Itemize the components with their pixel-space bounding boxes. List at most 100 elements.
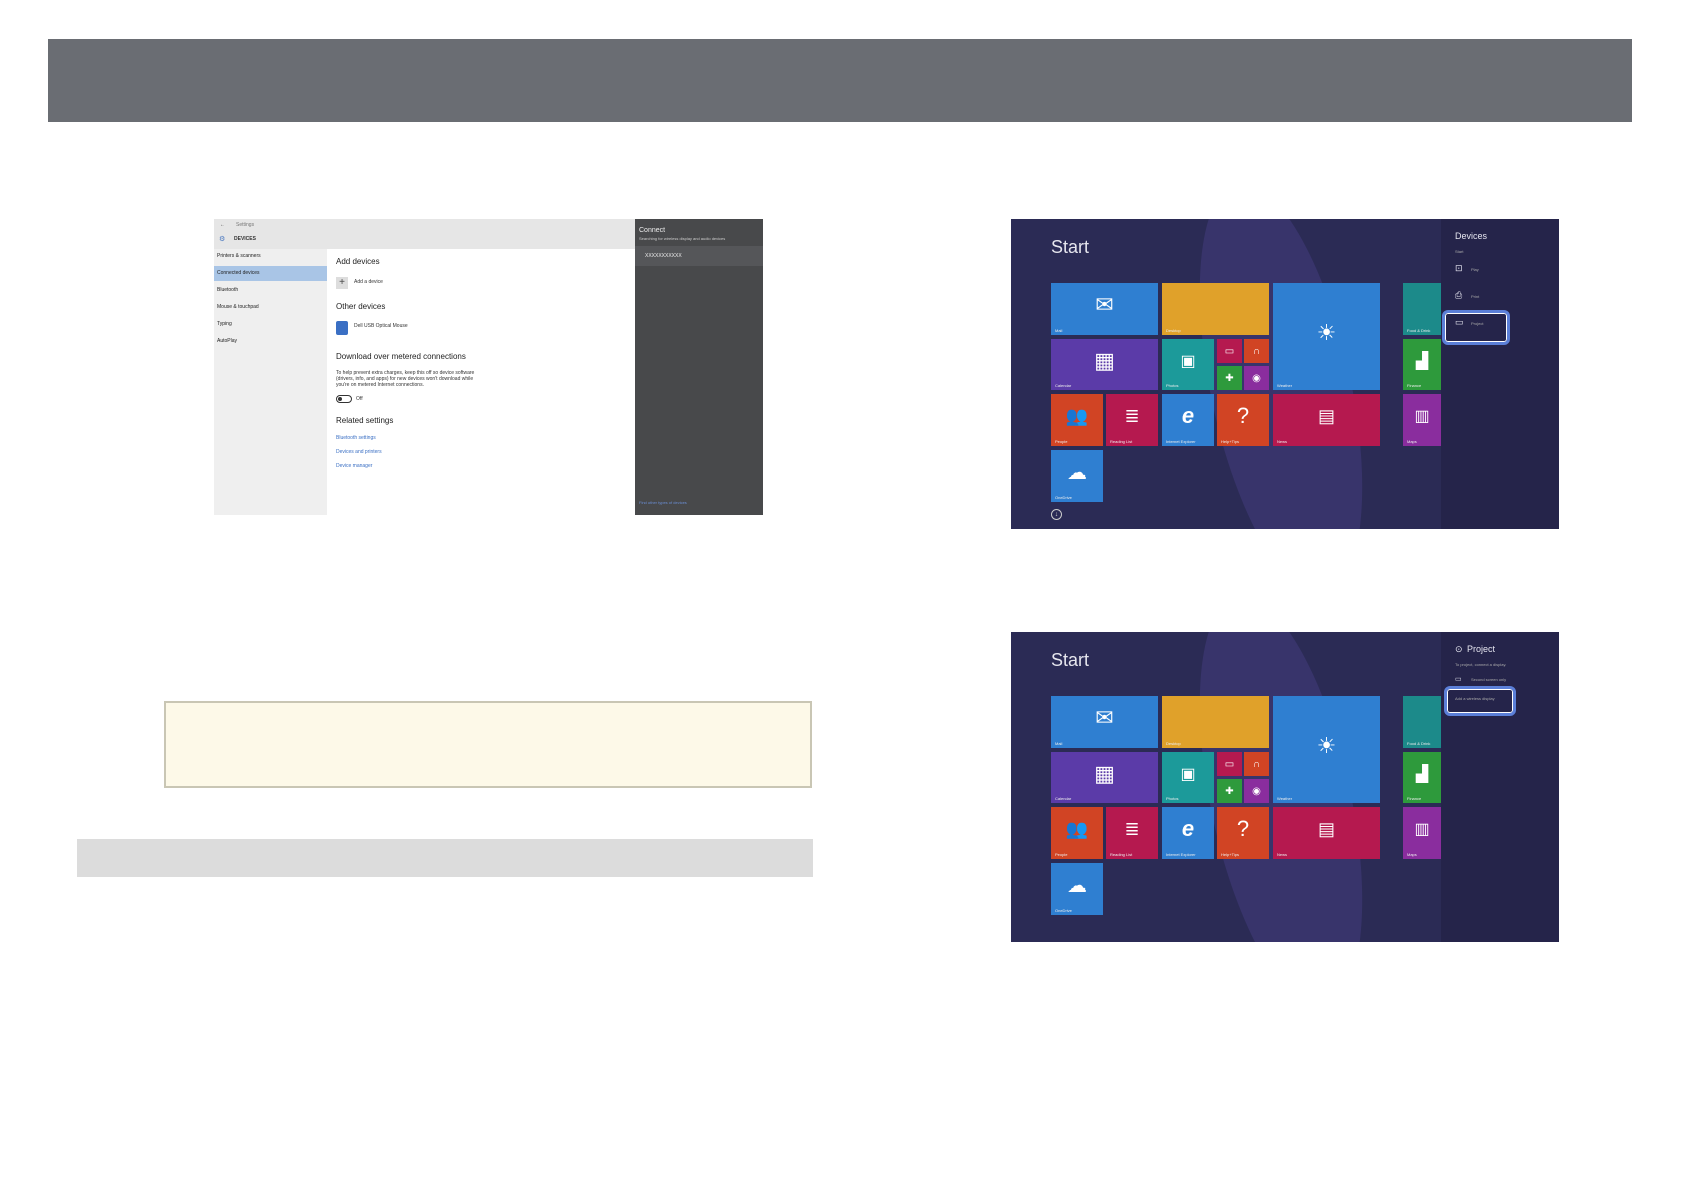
tile-photos[interactable]: ▣ Photos (1162, 752, 1214, 803)
add-devices-heading: Add devices (336, 257, 380, 266)
tile-camera[interactable]: ◉ (1244, 779, 1269, 803)
tile-help-tips[interactable]: ? Help+Tips (1217, 807, 1269, 859)
gamepad-icon: ✚ (1225, 372, 1234, 384)
tile-label: Maps (1407, 852, 1417, 857)
charm-item-second-screen[interactable]: Second screen only (1471, 677, 1506, 682)
section-bar (77, 839, 813, 877)
tile-photos[interactable]: ▣ Photos (1162, 339, 1214, 390)
tile-weather[interactable]: ☀ Weather (1273, 283, 1380, 390)
tile-music[interactable]: ∩ (1244, 339, 1269, 363)
sidebar-item-autoplay[interactable]: AutoPlay (214, 334, 327, 349)
play-icon[interactable]: ⊡ (1455, 263, 1463, 274)
tile-mail[interactable]: ✉ Mail (1051, 696, 1158, 748)
charm-item-play[interactable]: Play (1471, 267, 1479, 272)
add-device-button[interactable]: Add a device (354, 279, 383, 285)
tile-people[interactable]: 👥 People (1051, 394, 1103, 446)
tile-label: Internet Explorer (1166, 439, 1196, 444)
tile-calendar[interactable]: ▦ Calendar (1051, 339, 1158, 390)
tile-label: News (1277, 852, 1288, 857)
back-icon: ← (220, 222, 225, 228)
tile-weather[interactable]: ☀ Weather (1273, 696, 1380, 803)
tile-food-drink[interactable]: Food & Drink (1403, 283, 1441, 335)
tile-label: Calendar (1055, 383, 1072, 388)
connect-title: Connect (639, 227, 666, 234)
second-screen-icon[interactable]: ▭ (1455, 675, 1462, 683)
tile-games[interactable]: ✚ (1217, 779, 1242, 803)
bluetooth-settings-link[interactable]: Bluetooth settings (336, 435, 376, 441)
other-device-name[interactable]: Dell USB Optical Mouse (354, 323, 408, 329)
ie-icon: e (1181, 403, 1195, 428)
tile-reading-list[interactable]: ≣ Reading List (1106, 394, 1158, 446)
start-title: Start (1051, 237, 1090, 257)
tile-label: People (1055, 852, 1068, 857)
toggle-state: Off (356, 396, 363, 402)
list-icon: ≣ (1124, 818, 1140, 839)
gear-icon: ⚙ (219, 236, 226, 243)
charm-subtitle: To project, connect a display. (1455, 662, 1507, 667)
charm-item-print[interactable]: Print (1471, 294, 1479, 299)
calendar-icon: ▦ (1094, 760, 1115, 786)
tile-reading-list[interactable]: ≣ Reading List (1106, 807, 1158, 859)
tile-finance[interactable]: ▟ Finance (1403, 752, 1441, 803)
tile-games[interactable]: ✚ (1217, 366, 1242, 390)
tile-onedrive[interactable]: ☁ OneDrive (1051, 863, 1103, 915)
tile-label: Reading List (1110, 439, 1133, 444)
back-arrow-icon[interactable]: ⊙ (1455, 644, 1463, 655)
news-icon: ▤ (1317, 405, 1335, 426)
sidebar-item-printers[interactable]: Printers & scanners (214, 249, 327, 264)
tile-camera[interactable]: ◉ (1244, 366, 1269, 390)
window-title: Settings (236, 222, 255, 228)
tile-label: Food & Drink (1407, 328, 1431, 333)
tile-calendar[interactable]: ▦ Calendar (1051, 752, 1158, 803)
tile-music[interactable]: ∩ (1244, 752, 1269, 776)
tile-internet-explorer[interactable]: e Internet Explorer (1162, 394, 1214, 446)
devices-printers-link[interactable]: Devices and printers (336, 449, 382, 455)
calendar-icon: ▦ (1094, 347, 1115, 373)
charm-subtitle: Start (1455, 249, 1464, 254)
connect-panel: Connect Searching for wireless display a… (635, 219, 763, 515)
sidebar-item-bluetooth[interactable]: Bluetooth (214, 283, 327, 298)
mail-icon: ✉ (1095, 292, 1114, 317)
tile-label: Calendar (1055, 796, 1072, 801)
tile-desktop[interactable]: Desktop (1162, 696, 1269, 748)
video-icon: ▭ (1224, 345, 1235, 357)
tile-label: OneDrive (1055, 495, 1072, 500)
page-header-bar (48, 39, 1632, 122)
tile-finance[interactable]: ▟ Finance (1403, 339, 1441, 390)
device-manager-link[interactable]: Device manager (336, 463, 372, 469)
sidebar-item-typing[interactable]: Typing (214, 317, 327, 332)
metered-toggle[interactable] (336, 395, 352, 403)
tile-desktop[interactable]: Desktop (1162, 283, 1269, 335)
tile-maps[interactable]: ▥ Maps (1403, 807, 1441, 859)
sidebar-item-mouse[interactable]: Mouse & touchpad (214, 300, 327, 315)
tile-food-drink[interactable]: Food & Drink (1403, 696, 1441, 748)
tile-help-tips[interactable]: ? Help+Tips (1217, 394, 1269, 446)
start-screen-project: Start ✉ Mail Desktop ☀ Weather Food & Drin… (1011, 632, 1559, 942)
tile-news[interactable]: ▤ News (1273, 807, 1380, 859)
add-icon[interactable]: + (336, 277, 348, 289)
tile-internet-explorer[interactable]: e Internet Explorer (1162, 807, 1214, 859)
tile-maps[interactable]: ▥ Maps (1403, 394, 1441, 446)
find-other-devices-link[interactable]: Find other types of devices (639, 500, 687, 505)
connect-subtitle: Searching for wireless display and audio… (639, 236, 726, 241)
news-icon: ▤ (1317, 818, 1335, 839)
project-highlight (1442, 310, 1510, 345)
arrow-down-icon[interactable]: ↓ (1051, 509, 1062, 520)
cloud-icon: ☁ (1067, 874, 1087, 897)
tile-video[interactable]: ▭ (1217, 339, 1242, 363)
map-icon: ▥ (1414, 408, 1430, 425)
other-devices-heading: Other devices (336, 302, 386, 311)
tile-news[interactable]: ▤ News (1273, 394, 1380, 446)
tile-onedrive[interactable]: ☁ OneDrive (1051, 450, 1103, 502)
tile-label: News (1277, 439, 1288, 444)
tile-label: Help+Tips (1221, 852, 1239, 857)
tile-video[interactable]: ▭ (1217, 752, 1242, 776)
tile-label: Finance (1407, 383, 1422, 388)
tile-label: Help+Tips (1221, 439, 1239, 444)
tile-people[interactable]: 👥 People (1051, 807, 1103, 859)
camera-icon: ◉ (1252, 372, 1261, 384)
printer-icon[interactable]: ⎙ (1455, 290, 1462, 301)
sidebar-item-connected-devices[interactable]: Connected devices (214, 266, 327, 281)
connect-device-row[interactable]: XXXXXXXXXXX (635, 246, 763, 266)
tile-mail[interactable]: ✉ Mail (1051, 283, 1158, 335)
